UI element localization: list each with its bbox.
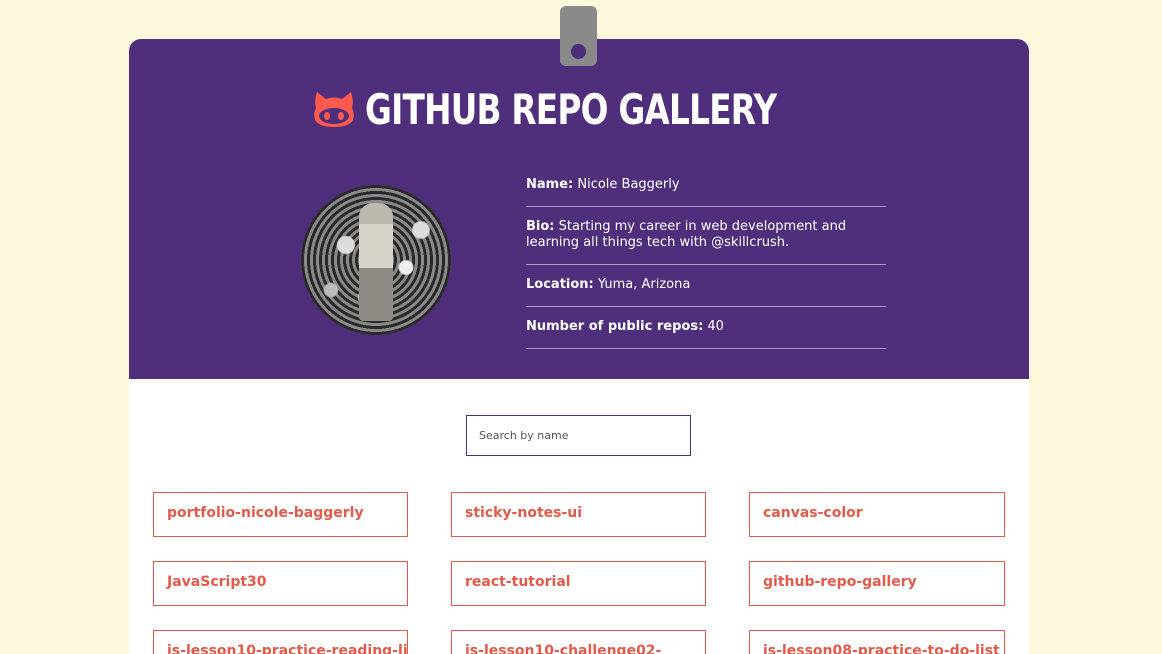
- search-input[interactable]: [466, 415, 691, 456]
- badge-clip: [560, 6, 597, 66]
- user-info: Name: Nicole Baggerly Bio: Starting my c…: [526, 165, 886, 349]
- info-location: Location: Yuma, Arizona: [526, 265, 886, 307]
- repo-item[interactable]: js-lesson10-practice-reading-list: [153, 630, 408, 654]
- info-name: Name: Nicole Baggerly: [526, 165, 886, 207]
- bio-value: Starting my career in web development an…: [526, 219, 847, 250]
- gallery-card: Github Repo Gallery Name: Nicole Baggerl…: [129, 39, 1029, 654]
- header: Github Repo Gallery Name: Nicole Baggerl…: [129, 39, 1029, 379]
- avatar-person: [359, 203, 393, 321]
- page-title: Github Repo Gallery: [365, 84, 777, 134]
- location-label: Location:: [526, 277, 594, 292]
- repo-item[interactable]: JavaScript30: [153, 561, 408, 606]
- repo-item[interactable]: sticky-notes-ui: [451, 492, 706, 537]
- title-row: Github Repo Gallery: [129, 81, 1029, 137]
- info-bio: Bio: Starting my career in web developme…: [526, 207, 886, 265]
- name-value: Nicole Baggerly: [577, 177, 680, 192]
- repos-label: Number of public repos:: [526, 319, 704, 334]
- octocat-icon: [313, 90, 355, 128]
- repo-item[interactable]: portfolio-nicole-baggerly: [153, 492, 408, 537]
- badge-hole: [571, 44, 586, 59]
- repo-item[interactable]: github-repo-gallery: [749, 561, 1005, 606]
- name-label: Name:: [526, 177, 574, 192]
- info-repos: Number of public repos: 40: [526, 307, 886, 349]
- location-value: Yuma, Arizona: [597, 277, 691, 292]
- repo-item[interactable]: canvas-color: [749, 492, 1005, 537]
- repo-item[interactable]: react-tutorial: [451, 561, 706, 606]
- bio-label: Bio:: [526, 219, 555, 234]
- repos-count: 40: [707, 319, 724, 334]
- repo-item[interactable]: js-lesson10-challenge02-: [451, 630, 706, 654]
- avatar: [301, 185, 451, 335]
- repo-item[interactable]: js-lesson08-practice-to-do-list: [749, 630, 1005, 654]
